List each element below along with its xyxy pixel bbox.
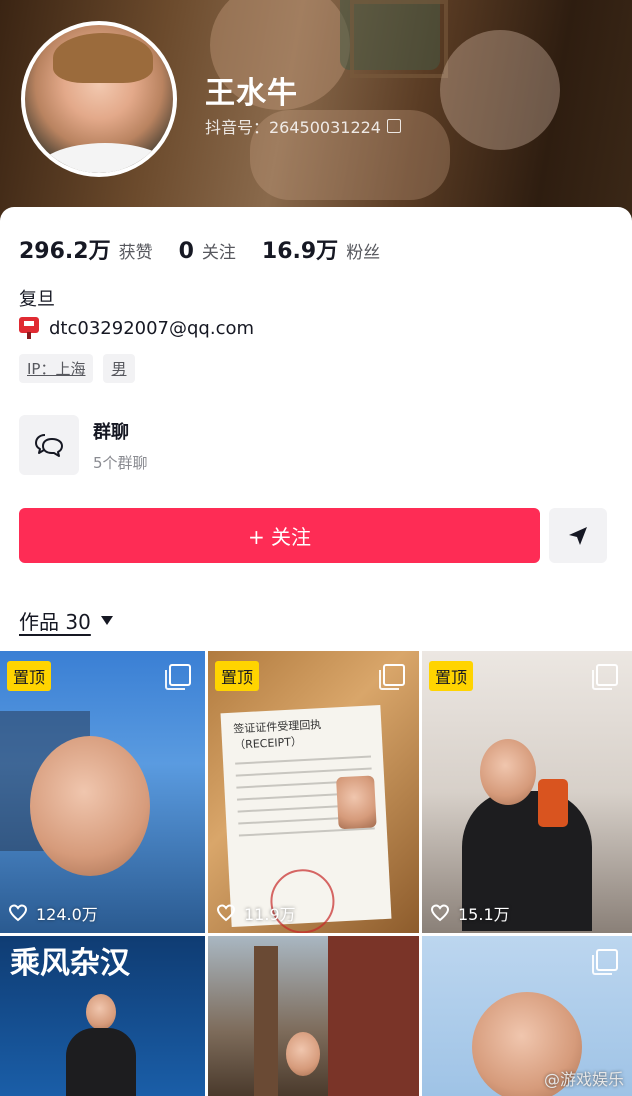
stats-row: 296.2万 获赞 0 关注 16.9万 粉丝 bbox=[19, 233, 406, 265]
email-text: dtc03292007@qq.com bbox=[49, 317, 255, 339]
multi-image-icon bbox=[592, 664, 618, 690]
following-label[interactable]: 关注 bbox=[202, 238, 236, 263]
mailbox-icon bbox=[19, 317, 39, 339]
send-icon bbox=[569, 526, 587, 545]
bio-tags: IP：上海 男 bbox=[19, 354, 135, 383]
video-thumbnail[interactable]: 置顶 124.0万 bbox=[0, 651, 205, 933]
multi-image-icon bbox=[165, 664, 191, 690]
copy-icon[interactable] bbox=[386, 119, 401, 133]
video-thumbnail[interactable]: 签证证件受理回执（RECEIPT） 置顶 11.9万 bbox=[208, 651, 419, 933]
caret-down-icon bbox=[100, 616, 113, 625]
ip-location-tag[interactable]: IP：上海 bbox=[19, 354, 94, 383]
receipt-document: 签证证件受理回执（RECEIPT） bbox=[220, 704, 392, 933]
douyin-id[interactable]: 抖音号：26450031224 bbox=[205, 114, 401, 138]
heart-icon bbox=[430, 904, 450, 922]
profile-banner: 王水牛 抖音号：26450031224 bbox=[0, 0, 632, 240]
following-count[interactable]: 0 bbox=[179, 239, 194, 264]
group-chat-title: 群聊 bbox=[93, 421, 129, 443]
video-likes: 15.1万 bbox=[430, 901, 510, 925]
watermark: @游戏娱乐 bbox=[544, 1066, 624, 1090]
works-tab-label: 作品 30 bbox=[19, 610, 91, 634]
bio-email: dtc03292007@qq.com bbox=[19, 317, 254, 339]
likes-count: 124.0万 bbox=[36, 905, 98, 924]
pinned-badge: 置顶 bbox=[429, 661, 474, 691]
likes-label[interactable]: 获赞 bbox=[119, 238, 153, 263]
followers-label[interactable]: 粉丝 bbox=[346, 238, 380, 263]
gender-tag[interactable]: 男 bbox=[103, 354, 135, 383]
profile-name: 王水牛 bbox=[205, 76, 298, 111]
multi-image-icon bbox=[592, 949, 618, 975]
followers-count[interactable]: 16.9万 bbox=[262, 233, 338, 265]
share-button[interactable] bbox=[549, 508, 607, 563]
avatar[interactable] bbox=[21, 21, 177, 177]
chat-bubble-icon bbox=[19, 415, 79, 475]
likes-count: 15.1万 bbox=[458, 905, 510, 924]
video-thumbnail[interactable] bbox=[208, 936, 419, 1096]
video-thumbnail[interactable]: 乘风杂汉 bbox=[0, 936, 205, 1096]
watermark-text: @游戏娱乐 bbox=[543, 1070, 624, 1089]
video-likes: 11.9万 bbox=[216, 901, 296, 925]
multi-image-icon bbox=[379, 664, 405, 690]
banner-text: 乘风杂汉 bbox=[10, 946, 130, 981]
heart-icon bbox=[8, 904, 28, 922]
pinned-badge: 置顶 bbox=[7, 661, 52, 691]
tab-works[interactable]: 作品 30 bbox=[19, 606, 113, 635]
douyin-id-text: 抖音号：26450031224 bbox=[205, 118, 381, 137]
video-thumbnail[interactable]: @游戏娱乐 bbox=[422, 936, 632, 1096]
document-title: 签证证件受理回执（RECEIPT） bbox=[233, 718, 322, 752]
group-chat-entry[interactable]: 群聊 5个群聊 bbox=[19, 415, 148, 475]
video-thumbnail[interactable]: 置顶 15.1万 bbox=[422, 651, 632, 933]
video-likes: 124.0万 bbox=[8, 901, 98, 925]
likes-count: 11.9万 bbox=[244, 905, 296, 924]
profile-card: 296.2万 获赞 0 关注 16.9万 粉丝 复旦 dtc03292007@q… bbox=[0, 207, 632, 1096]
follow-button[interactable]: + 关注 bbox=[19, 508, 540, 563]
pinned-badge: 置顶 bbox=[215, 661, 260, 691]
bio-school: 复旦 bbox=[19, 289, 55, 310]
heart-icon bbox=[216, 904, 236, 922]
likes-count[interactable]: 296.2万 bbox=[19, 233, 111, 265]
group-chat-count: 5个群聊 bbox=[93, 453, 148, 472]
